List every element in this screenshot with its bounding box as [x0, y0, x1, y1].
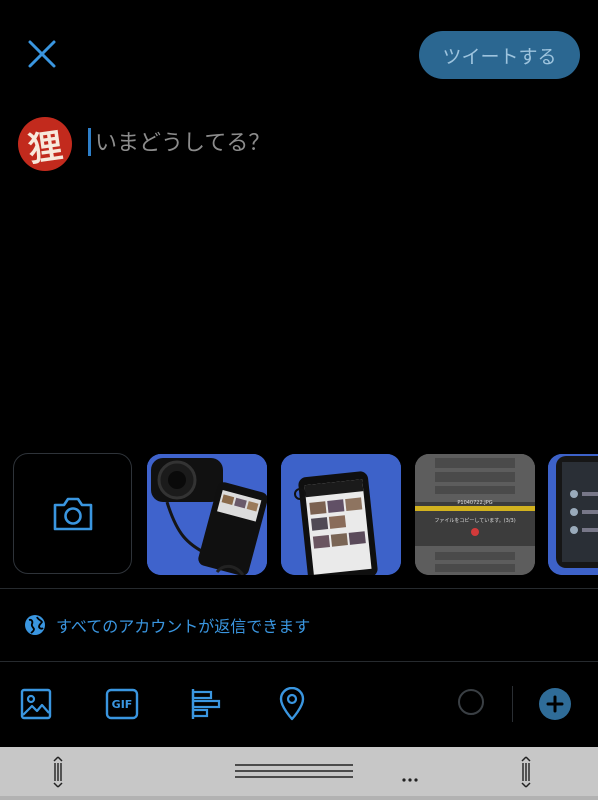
nav-bar-handles — [53, 756, 531, 788]
poll-icon — [191, 689, 221, 719]
camera-icon — [53, 497, 92, 530]
divider-top — [0, 588, 598, 589]
media-thumbnail-2[interactable] — [281, 454, 401, 575]
media-picker-strip: P1040722.JPG ファイルをコピーしています。(3/3) — [0, 453, 598, 576]
divider-bottom — [0, 661, 598, 662]
toolbar-separator — [512, 686, 513, 722]
photo-camera-and-phone — [147, 454, 267, 575]
reply-setting-label: すべてのアカウントが返信できます — [56, 617, 311, 636]
photo-phone-settings — [548, 454, 598, 575]
more-dots-icon — [402, 778, 418, 782]
photo-phone-gallery — [281, 454, 401, 575]
character-counter-ring — [458, 689, 484, 715]
drag-handle-right-icon — [521, 756, 531, 788]
avatar[interactable]: 狸 — [18, 117, 72, 171]
reply-setting-button[interactable]: すべてのアカウントが返信できます — [24, 611, 310, 639]
image-icon — [20, 688, 52, 720]
add-thread-button[interactable] — [539, 688, 571, 720]
location-pin-icon — [279, 687, 305, 721]
location-button[interactable] — [274, 686, 310, 722]
copy-dialog-message: ファイルをコピーしています。(3/3) — [434, 518, 516, 524]
tweet-button[interactable]: ツイートする — [419, 31, 580, 79]
plus-icon — [546, 695, 564, 713]
gif-button[interactable]: GIF — [104, 686, 140, 722]
compose-input[interactable] — [95, 126, 555, 160]
copy-dialog-filename: P1040722.JPG — [457, 500, 493, 506]
close-button[interactable] — [26, 38, 58, 70]
camera-button[interactable] — [13, 453, 132, 574]
text-caret — [88, 128, 91, 156]
poll-button[interactable] — [188, 686, 224, 722]
drag-handle-left-icon — [53, 756, 63, 788]
system-nav-bar — [0, 747, 598, 800]
avatar-glyph: 狸 — [25, 125, 66, 170]
close-icon — [28, 40, 56, 68]
media-thumbnail-1[interactable] — [147, 454, 267, 575]
media-thumbnail-4[interactable] — [548, 454, 598, 575]
image-button[interactable] — [18, 686, 54, 722]
media-thumbnail-3[interactable]: P1040722.JPG ファイルをコピーしています。(3/3) — [415, 454, 535, 575]
globe-icon — [25, 615, 45, 635]
photo-file-copy-dialog — [415, 454, 535, 575]
gif-label: GIF — [111, 697, 133, 711]
home-handle-icon — [235, 764, 353, 778]
